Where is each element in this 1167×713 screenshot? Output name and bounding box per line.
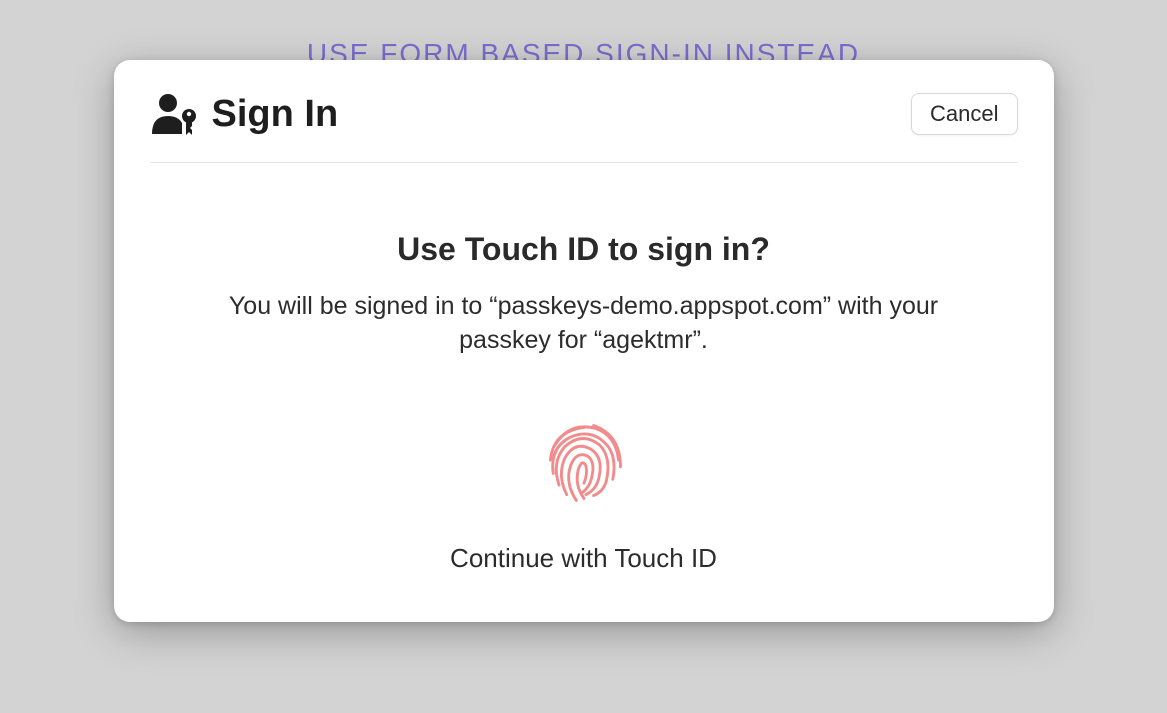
fingerprint-container (150, 414, 1018, 515)
continue-with-touch-id-label: Continue with Touch ID (150, 543, 1018, 574)
touch-id-prompt-description: You will be signed in to “passkeys-demo.… (204, 290, 964, 358)
fingerprint-icon[interactable] (536, 414, 632, 515)
touch-id-prompt-title: Use Touch ID to sign in? (150, 231, 1018, 268)
dialog-title: Sign In (212, 93, 339, 136)
cancel-button[interactable]: Cancel (911, 93, 1017, 135)
dialog-header-left: Sign In (150, 92, 339, 136)
signin-dialog: Sign In Cancel Use Touch ID to sign in? … (114, 60, 1054, 622)
dialog-body: Use Touch ID to sign in? You will be sig… (150, 163, 1018, 574)
passkey-icon (150, 92, 202, 136)
dialog-header: Sign In Cancel (150, 92, 1018, 163)
